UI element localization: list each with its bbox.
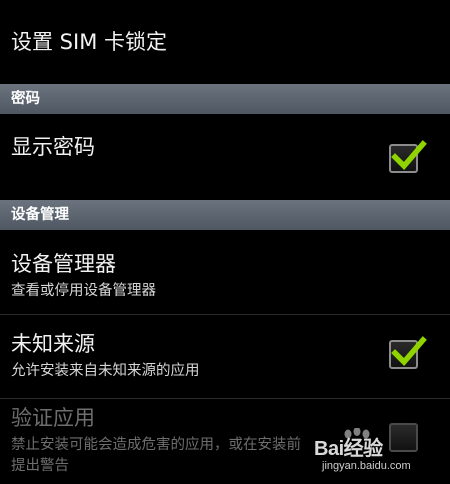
sim-lock-title: 设置 SIM 卡锁定 xyxy=(11,30,167,54)
show-password-checkbox[interactable] xyxy=(389,140,427,173)
device-administrators-title: 设备管理器 xyxy=(11,252,116,276)
unknown-sources-item[interactable]: 未知来源 允许安装来自未知来源的应用 xyxy=(0,315,450,398)
watermark-brand: Bai经验 xyxy=(314,438,383,460)
watermark-url: jingyan.baidu.com xyxy=(322,460,411,472)
section-header-password-label: 密码 xyxy=(11,91,40,107)
device-administrators-item[interactable]: 设备管理器 查看或停用设备管理器 xyxy=(0,230,450,314)
verify-apps-summary-line2: 提出警告 xyxy=(11,458,69,474)
verify-apps-summary-line1: 禁止安装可能会造成危害的应用，或在安装前 xyxy=(11,437,301,453)
show-password-title: 显示密码 xyxy=(11,135,95,159)
verify-apps-title: 验证应用 xyxy=(11,406,95,430)
section-header-device-admin-label: 设备管理 xyxy=(11,207,69,223)
settings-screen: 设置 SIM 卡锁定 密码 显示密码 设备管理 设备管理器 查看或停用设备管理器… xyxy=(0,0,450,484)
section-header-password: 密码 xyxy=(0,84,450,114)
unknown-sources-checkbox[interactable] xyxy=(389,336,427,369)
device-administrators-summary: 查看或停用设备管理器 xyxy=(11,283,156,299)
section-header-device-admin: 设备管理 xyxy=(0,200,450,230)
sim-lock-item[interactable]: 设置 SIM 卡锁定 xyxy=(0,0,450,82)
checkmark-icon xyxy=(391,140,427,171)
unknown-sources-summary: 允许安装来自未知来源的应用 xyxy=(11,363,200,379)
baidu-watermark: Bai经验 jingyan.baidu.com xyxy=(314,426,444,478)
show-password-item[interactable]: 显示密码 xyxy=(0,114,450,200)
checkmark-icon xyxy=(391,336,427,367)
unknown-sources-title: 未知来源 xyxy=(11,332,95,356)
